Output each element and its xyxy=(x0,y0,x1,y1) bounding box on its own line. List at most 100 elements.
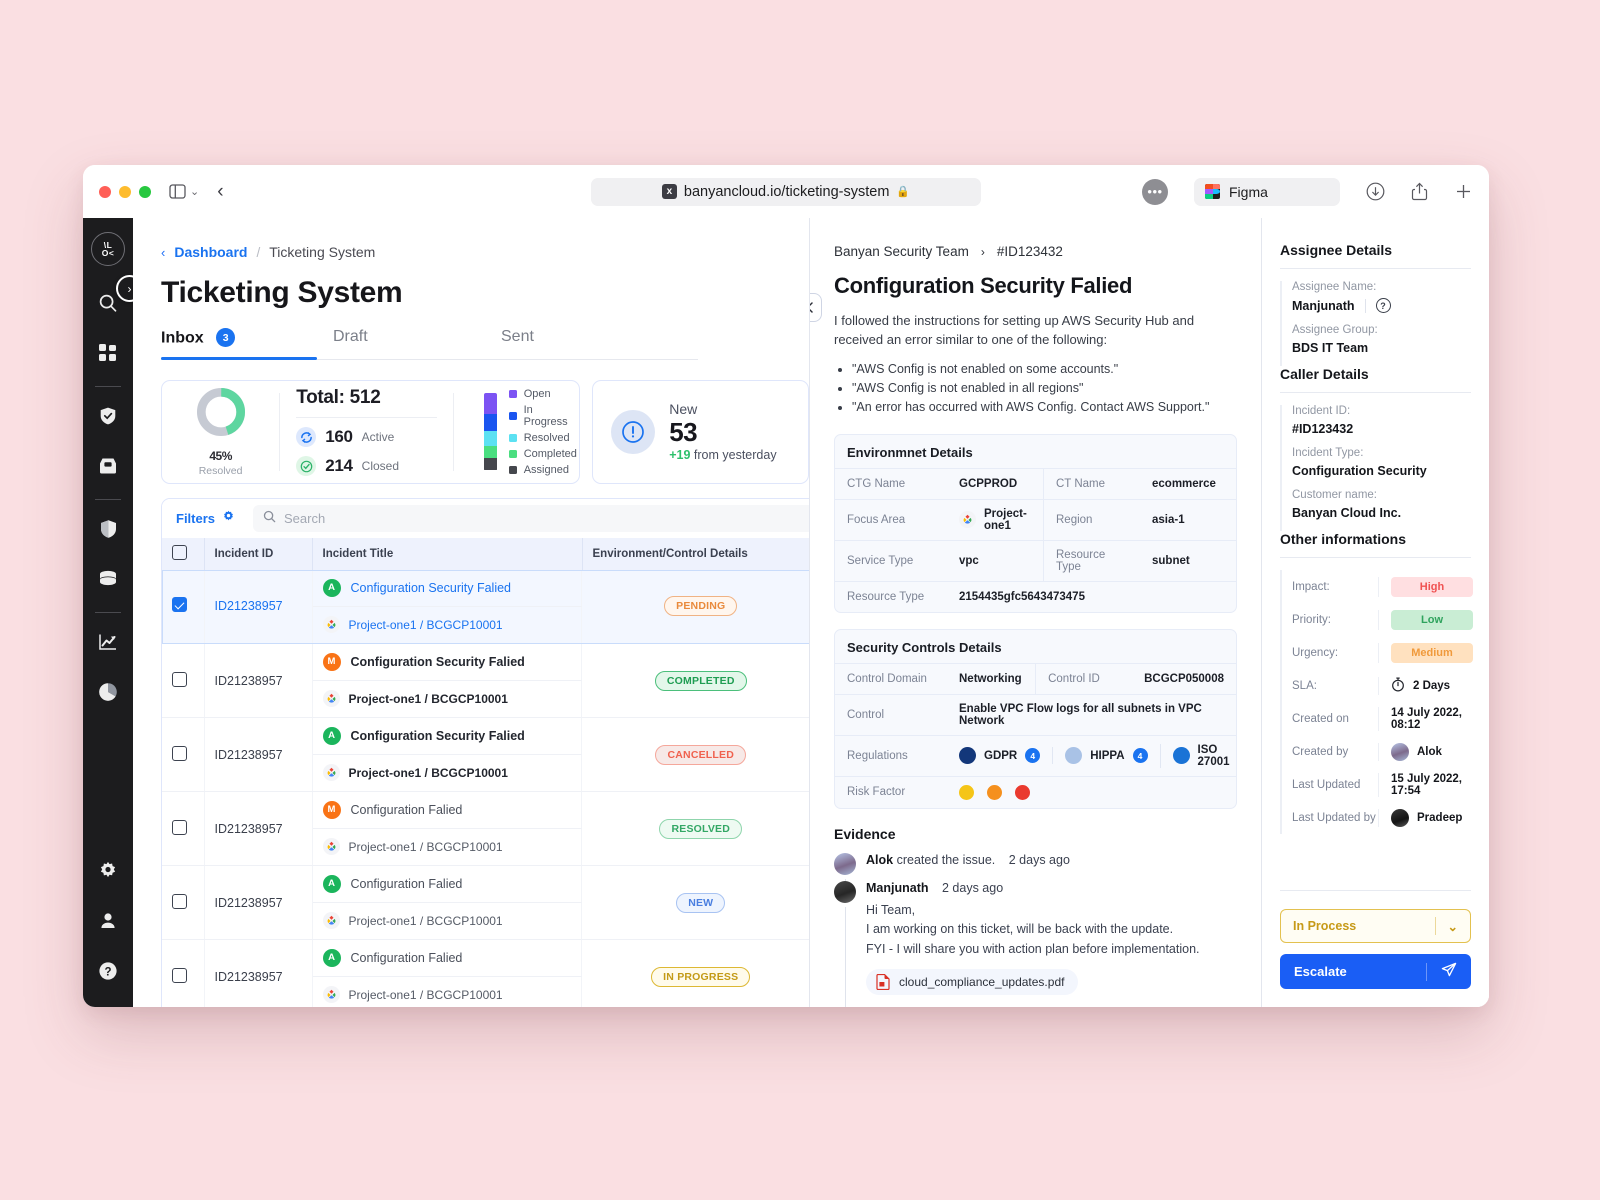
cell-incident-title[interactable]: AConfiguration Security Falied xyxy=(313,570,583,607)
new-card-title: New xyxy=(669,401,776,417)
row-checkbox-cell[interactable] xyxy=(162,792,204,866)
share-icon[interactable] xyxy=(1411,182,1428,201)
sidebar-item-compliance[interactable] xyxy=(88,398,128,438)
sidebar-toggle-icon[interactable] xyxy=(169,184,186,199)
row-checkbox-cell[interactable] xyxy=(162,570,204,644)
status-select[interactable]: In Process ⌄ xyxy=(1280,909,1471,943)
close-window-button[interactable] xyxy=(99,186,111,198)
cell-incident-title[interactable]: A Configuration Falied xyxy=(313,866,583,903)
row-checkbox[interactable] xyxy=(172,672,187,687)
help-circle-icon[interactable]: ? xyxy=(1376,298,1391,313)
table-row[interactable]: ID21238957AConfiguration FaliedProject-o… xyxy=(162,866,809,940)
sidebar-item-reports[interactable] xyxy=(88,674,128,714)
tab-inbox[interactable]: Inbox 3 xyxy=(161,328,331,359)
legend-item-assigned: Assigned xyxy=(509,464,579,476)
sidebar-item-security[interactable] xyxy=(88,511,128,551)
regulation-iso[interactable]: ISO 27001 xyxy=(1160,744,1230,768)
status-select-affordance: ⌄ xyxy=(1435,917,1458,935)
cell-incident-id: ID21238957 xyxy=(204,940,312,1008)
row-checkbox-cell[interactable] xyxy=(162,866,204,940)
escalate-button[interactable]: Escalate xyxy=(1280,954,1471,989)
detail-team-name[interactable]: Banyan Security Team xyxy=(834,244,969,259)
row-checkbox[interactable] xyxy=(172,894,187,909)
close-panel-button[interactable] xyxy=(809,293,822,322)
row-checkbox-cell[interactable] xyxy=(162,644,204,718)
apps-grid-icon xyxy=(99,344,117,367)
row-checkbox-cell[interactable] xyxy=(162,940,204,1008)
sidebar-item-help[interactable]: ? xyxy=(88,953,128,993)
severity-badge: A xyxy=(323,875,341,893)
new-tab-icon[interactable] xyxy=(1454,182,1473,201)
table-row[interactable]: ID21238957AConfiguration Security Falied… xyxy=(162,718,809,792)
sidebar-item-data[interactable] xyxy=(88,561,128,601)
row-checkbox[interactable] xyxy=(172,746,187,761)
downloads-icon[interactable] xyxy=(1366,182,1385,201)
search-input[interactable]: Search xyxy=(253,505,809,532)
pie-chart-icon xyxy=(98,682,118,707)
minimize-window-button[interactable] xyxy=(119,186,131,198)
extension-icon[interactable]: x xyxy=(662,184,677,199)
row-checkbox-cell[interactable] xyxy=(162,718,204,792)
regulation-hippa[interactable]: HIPPA 4 xyxy=(1052,747,1147,764)
sidebar-item-profile[interactable] xyxy=(88,903,128,943)
sidebar-item-analytics[interactable] xyxy=(88,624,128,664)
chevron-down-icon[interactable]: ⌄ xyxy=(190,185,199,198)
breadcrumb-back-icon[interactable]: ‹ xyxy=(161,245,165,260)
cell-environment[interactable]: Project-one1 / BCGCP10001 xyxy=(313,829,583,866)
sidebar-item-dashboard[interactable] xyxy=(88,335,128,375)
sidebar-item-search[interactable] xyxy=(88,285,128,325)
sidebar-actions: In Process ⌄ Escalate xyxy=(1280,890,1471,989)
more-options-icon[interactable]: ••• xyxy=(1142,179,1168,205)
cell-incident-title[interactable]: AConfiguration Security Falied xyxy=(313,718,583,755)
cell-environment[interactable]: Project-one1 / BCGCP10001 xyxy=(313,755,583,792)
cell-environment[interactable]: Project-one1 / BCGCP10001 xyxy=(313,681,583,718)
table-row[interactable]: ID21238957MConfiguration Security Falied… xyxy=(162,644,809,718)
security-controls-box: Security Controls Details Control Domain… xyxy=(834,629,1237,809)
cell-incident-title[interactable]: MConfiguration Falied xyxy=(313,792,583,829)
row-checkbox[interactable] xyxy=(172,820,187,835)
search-icon xyxy=(263,510,276,526)
status-badge: NEW xyxy=(676,893,725,913)
regulation-gdpr[interactable]: GDPR 4 xyxy=(959,747,1040,764)
cell-environment[interactable]: Project-one1 / BCGCP10001 xyxy=(313,903,583,940)
cell-incident-title[interactable]: MConfiguration Security Falied xyxy=(313,644,583,681)
info-row-last-updated: Last Updated15 July 2022, 17:54 xyxy=(1280,768,1471,801)
table-row[interactable]: ID21238957MConfiguration FaliedProject-o… xyxy=(162,792,809,866)
tab-sent[interactable]: Sent xyxy=(501,328,671,359)
select-all-checkbox[interactable] xyxy=(172,545,187,560)
address-bar[interactable]: x banyancloud.io/ticketing-system 🔒 xyxy=(591,178,981,206)
inbox-icon xyxy=(98,457,118,480)
sidebar-item-inbox[interactable] xyxy=(88,448,128,488)
cell-incident-title[interactable]: AConfiguration Falied xyxy=(313,940,583,977)
status-badge: PENDING xyxy=(664,596,737,616)
stacked-segment-in-progress xyxy=(484,414,497,431)
attachment-chip[interactable]: cloud_compliance_updates.pdf xyxy=(866,969,1078,995)
cell-environment[interactable]: Project-one1 / BCGCP10001 xyxy=(313,607,583,644)
col-header-environment[interactable]: Environment/Control Details xyxy=(582,538,809,570)
col-header-incident-title[interactable]: Incident Title xyxy=(312,538,582,570)
table-row[interactable]: ID21238957AConfiguration FaliedProject-o… xyxy=(162,940,809,1008)
browser-tab-figma[interactable]: Figma xyxy=(1194,178,1340,206)
row-checkbox[interactable] xyxy=(172,968,187,983)
back-navigation-icon[interactable]: ‹ xyxy=(217,181,223,203)
filters-button[interactable]: Filters xyxy=(176,510,235,526)
table-row[interactable]: ID21238957AConfiguration Security Falied… xyxy=(162,570,809,644)
evidence-action: created the issue. xyxy=(897,853,996,867)
evidence-time: 2 days ago xyxy=(1009,853,1070,867)
info-row-last-updated-by: Last Updated byPradeep xyxy=(1280,801,1471,834)
cell-incident-id: ID21238957 xyxy=(204,792,312,866)
row-checkbox[interactable] xyxy=(172,597,187,612)
incident-title-text: Configuration Falied xyxy=(351,877,463,891)
sidebar-item-settings[interactable] xyxy=(88,853,128,893)
detail-bullet: "An error has occurred with AWS Config. … xyxy=(852,398,1237,417)
breadcrumb-dashboard-link[interactable]: Dashboard xyxy=(174,244,247,260)
app-logo[interactable]: \LO< xyxy=(91,232,125,266)
severity-badge: A xyxy=(323,579,341,597)
col-header-incident-id[interactable]: Incident ID xyxy=(204,538,312,570)
tab-draft[interactable]: Draft xyxy=(331,328,501,359)
cell-environment[interactable]: Project-one1 / BCGCP10001 xyxy=(313,977,583,1008)
maximize-window-button[interactable] xyxy=(139,186,151,198)
incident-type-value: Configuration Security xyxy=(1280,459,1471,489)
status-legend: OpenIn ProgressResolvedCompletedAssigned xyxy=(484,388,579,476)
stopwatch-icon xyxy=(1391,677,1405,695)
